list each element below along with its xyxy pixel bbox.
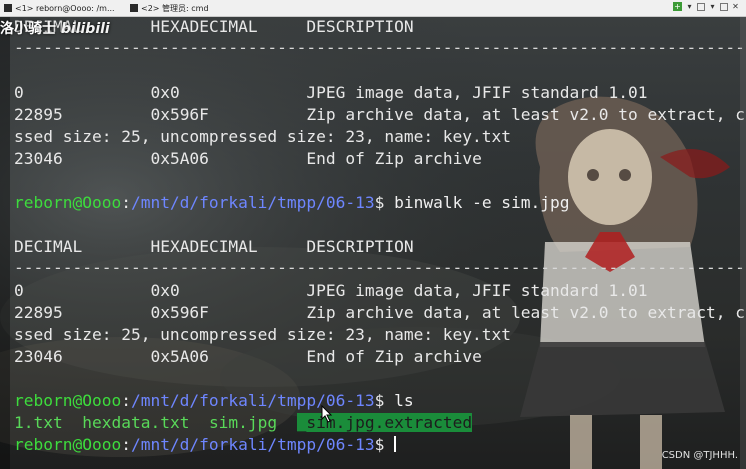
prompt-symbol: $	[374, 435, 395, 454]
cell-decimal: 23046	[14, 149, 63, 168]
cell-hex: 0x5A06	[150, 347, 209, 366]
file-entry: hexdata.txt	[82, 413, 190, 432]
table-row: 23046 0x5A06 End of Zip archive	[14, 347, 482, 367]
cell-hex: 0x0	[150, 281, 180, 300]
header-decimal: DECIMAL	[14, 237, 83, 256]
cell-decimal: 0	[14, 83, 24, 102]
csdn-credit: CSDN @TJHHH.	[661, 450, 738, 461]
prompt-user: reborn@Oooo	[14, 193, 122, 212]
prompt-user: reborn@Oooo	[14, 391, 122, 410]
cell-desc: End of Zip archive	[306, 347, 482, 366]
table-row: 23046 0x5A06 End of Zip archive	[14, 149, 482, 169]
table-header: DECIMAL HEXADECIMAL DESCRIPTION	[14, 237, 414, 257]
tab-terminal-1[interactable]: <1> reborn@Oooo: /m...	[4, 2, 115, 14]
cell-decimal: 22895	[14, 105, 63, 124]
terminal-window[interactable]: DECIMAL HEXADECIMAL DESCRIPTION --------…	[0, 17, 746, 469]
header-hex: HEXADECIMAL	[150, 17, 258, 36]
header-desc: DESCRIPTION	[306, 17, 414, 36]
terminal-icon	[130, 4, 138, 12]
tab-label: <1> reborn@Oooo: /m...	[15, 3, 115, 13]
prompt-path: /mnt/d/forkali/tmpp/06-13	[130, 193, 375, 212]
prompt-symbol: $	[374, 193, 395, 212]
dropdown-icon[interactable]: ▾	[708, 2, 717, 11]
cell-hex: 0x596F	[150, 303, 209, 322]
watermark-brand: bilibili	[60, 21, 110, 37]
table-row-continuation: ssed size: 25, uncompressed size: 23, na…	[14, 325, 512, 344]
maximize-icon[interactable]	[720, 2, 728, 11]
separator-line: ----------------------------------------…	[14, 38, 746, 57]
table-row: 0 0x0 JPEG image data, JFIF standard 1.0…	[14, 281, 648, 301]
window-controls: + ▾ ▾ ✕	[673, 2, 740, 11]
cell-decimal: 23046	[14, 347, 63, 366]
prompt-path: /mnt/d/forkali/tmpp/06-13	[130, 435, 375, 454]
command-text: ls	[394, 391, 414, 410]
cell-desc: Zip archive data, at least v2.0 to extra…	[306, 105, 745, 124]
cell-desc: JPEG image data, JFIF standard 1.01	[306, 281, 648, 300]
prompt-sep: :	[121, 435, 131, 454]
terminal-icon	[4, 4, 12, 12]
tab-label: <2> 管理员: cmd	[141, 3, 209, 13]
ls-output: 1.txt hexdata.txt sim.jpg _sim.jpg.extra…	[14, 413, 473, 433]
cell-decimal: 0	[14, 281, 24, 300]
mouse-pointer-icon	[321, 405, 333, 423]
prompt-symbol: $	[374, 391, 395, 410]
table-row-continuation: ssed size: 25, uncompressed size: 23, na…	[14, 127, 512, 146]
prompt-sep: :	[121, 193, 131, 212]
cell-desc: JPEG image data, JFIF standard 1.01	[306, 83, 648, 102]
prompt-user: reborn@Oooo	[14, 435, 122, 454]
prompt-line: reborn@Oooo:/mnt/d/forkali/tmpp/06-13$ b…	[14, 193, 570, 213]
cell-hex: 0x596F	[150, 105, 209, 124]
cell-decimal: 22895	[14, 303, 63, 322]
scrollbar[interactable]	[740, 17, 746, 469]
header-desc: DESCRIPTION	[306, 237, 414, 256]
close-icon[interactable]: ✕	[731, 2, 740, 11]
table-row: 22895 0x596F Zip archive data, at least …	[14, 303, 745, 323]
command-text: binwalk -e sim.jpg	[394, 193, 570, 212]
tab-bar: <1> reborn@Oooo: /m... <2> 管理员: cmd + ▾ …	[0, 0, 746, 17]
table-row: 0 0x0 JPEG image data, JFIF standard 1.0…	[14, 83, 648, 103]
prompt-line: reborn@Oooo:/mnt/d/forkali/tmpp/06-13$	[14, 435, 397, 455]
watermark-prefix: 洛小骑士	[0, 21, 56, 37]
cell-desc: End of Zip archive	[306, 149, 482, 168]
new-tab-icon[interactable]: +	[673, 2, 682, 11]
prompt-sep: :	[121, 391, 131, 410]
header-hex: HEXADECIMAL	[150, 237, 258, 256]
file-entry: 1.txt	[14, 413, 63, 432]
prompt-line: reborn@Oooo:/mnt/d/forkali/tmpp/06-13$ l…	[14, 391, 414, 411]
file-entry: sim.jpg	[208, 413, 278, 432]
table-row: 22895 0x596F Zip archive data, at least …	[14, 105, 745, 125]
cell-hex: 0x0	[150, 83, 180, 102]
prompt-path: /mnt/d/forkali/tmpp/06-13	[130, 391, 375, 410]
dropdown-icon[interactable]: ▾	[685, 2, 694, 11]
cell-hex: 0x5A06	[150, 149, 209, 168]
tab-terminal-2[interactable]: <2> 管理员: cmd	[130, 2, 209, 14]
layout-icon[interactable]	[697, 2, 705, 11]
left-window-edge	[0, 17, 10, 469]
separator-line: ----------------------------------------…	[14, 258, 746, 277]
bilibili-watermark: 洛小骑士 bilibili	[0, 18, 110, 38]
cell-desc: Zip archive data, at least v2.0 to extra…	[306, 303, 745, 322]
text-cursor	[394, 436, 397, 452]
